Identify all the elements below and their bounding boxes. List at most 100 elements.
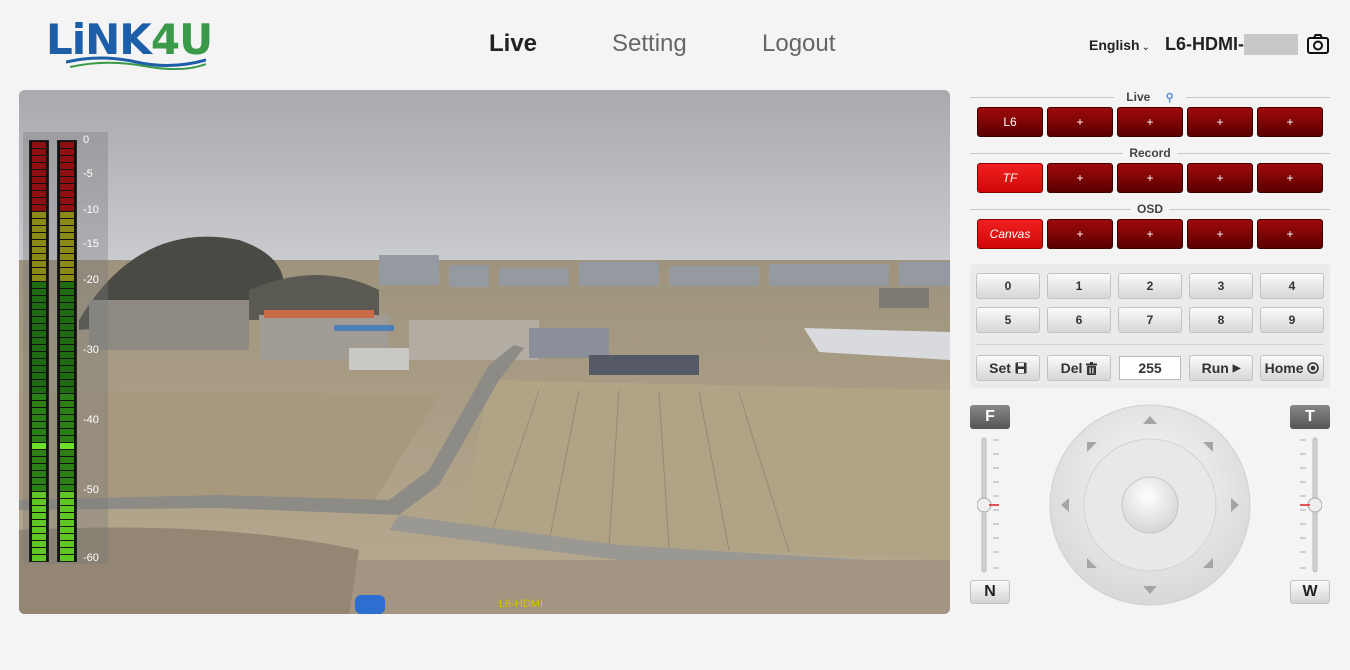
meter-segment	[32, 303, 46, 309]
video-overlay-label: L6-HDMI	[499, 598, 544, 610]
save-icon	[1015, 362, 1027, 374]
preset-run-button[interactable]: Run ▶	[1189, 355, 1253, 381]
preset-button-6[interactable]: 6	[1047, 307, 1111, 333]
meter-segment	[60, 275, 74, 281]
video-scene	[19, 90, 950, 614]
meter-segment	[32, 233, 46, 239]
osd-add-button[interactable]: +	[1047, 219, 1113, 249]
preset-home-button[interactable]: Home	[1260, 355, 1324, 381]
osd-add-button[interactable]: +	[1187, 219, 1253, 249]
record-add-button[interactable]: +	[1187, 163, 1253, 193]
osd-add-button[interactable]: +	[1257, 219, 1323, 249]
preset-button-4[interactable]: 4	[1260, 273, 1324, 299]
meter-segment	[60, 534, 74, 540]
section-record: Record	[970, 146, 1330, 160]
meter-segment	[32, 226, 46, 232]
preset-button-9[interactable]: 9	[1260, 307, 1324, 333]
meter-segment	[60, 457, 74, 463]
meter-segment	[60, 156, 74, 162]
preset-button-1[interactable]: 1	[1047, 273, 1111, 299]
preset-del-button[interactable]: Del	[1047, 355, 1111, 381]
meter-segment	[32, 289, 46, 295]
record-add-button[interactable]: +	[1047, 163, 1113, 193]
ptz-joystick[interactable]	[1049, 404, 1251, 606]
meter-segment	[32, 240, 46, 246]
record-add-button[interactable]: +	[1117, 163, 1183, 193]
record-tf-button[interactable]: TF	[977, 163, 1043, 193]
app-root: LiNK4U Live Setting Logout English ⌄ L6-H…	[0, 0, 1350, 670]
preset-divider	[976, 344, 1324, 345]
meter-segment	[32, 548, 46, 554]
nav-setting[interactable]: Setting	[612, 30, 687, 58]
audio-meter-left	[29, 140, 49, 562]
osd-canvas-button[interactable]: Canvas	[977, 219, 1043, 249]
meter-segment	[60, 366, 74, 372]
meter-segment	[32, 345, 46, 351]
live-add-button[interactable]: +	[1187, 107, 1253, 137]
meter-tick-label: -20	[83, 274, 99, 286]
meter-segment	[60, 548, 74, 554]
meter-segment	[32, 268, 46, 274]
preset-button-3[interactable]: 3	[1189, 273, 1253, 299]
preset-set-button[interactable]: Set	[976, 355, 1040, 381]
zoom-tele-button[interactable]: T	[1290, 405, 1330, 429]
preset-button-8[interactable]: 8	[1189, 307, 1253, 333]
meter-segment	[60, 212, 74, 218]
meter-segment	[32, 401, 46, 407]
meter-segment	[32, 317, 46, 323]
meter-segment	[60, 317, 74, 323]
preset-button-7[interactable]: 7	[1118, 307, 1182, 333]
play-icon: ▶	[1232, 362, 1241, 374]
meter-segment	[32, 506, 46, 512]
live-add-button[interactable]: +	[1117, 107, 1183, 137]
language-select[interactable]: English ⌄	[1089, 37, 1150, 53]
meter-segment	[32, 156, 46, 162]
meter-segment	[60, 394, 74, 400]
meter-segment	[60, 352, 74, 358]
live-video[interactable]: 0 -5 -10 -15 -20 -30 -40 -50 -60 L6-HDMI	[19, 90, 950, 614]
meter-segment	[60, 177, 74, 183]
meter-segment	[32, 485, 46, 491]
focus-slider[interactable]	[977, 436, 1001, 574]
meter-tick-label: -5	[83, 168, 93, 180]
meter-segment	[32, 254, 46, 260]
preset-button-2[interactable]: 2	[1118, 273, 1182, 299]
preset-button-5[interactable]: 5	[976, 307, 1040, 333]
meter-segment	[60, 443, 74, 449]
meter-segment	[32, 296, 46, 302]
live-add-button[interactable]: +	[1047, 107, 1113, 137]
meter-segment	[60, 429, 74, 435]
meter-segment	[32, 261, 46, 267]
zoom-wide-button[interactable]: W	[1290, 580, 1330, 604]
record-buttons: TF + + + +	[977, 163, 1327, 193]
meter-segment	[32, 212, 46, 218]
meter-segment	[32, 184, 46, 190]
meter-segment	[60, 485, 74, 491]
zoom-slider[interactable]	[1298, 436, 1322, 574]
meter-segment	[60, 289, 74, 295]
meter-segment	[60, 282, 74, 288]
nav-logout[interactable]: Logout	[762, 30, 835, 58]
osd-add-button[interactable]: +	[1117, 219, 1183, 249]
record-add-button[interactable]: +	[1257, 163, 1323, 193]
meter-segment	[60, 408, 74, 414]
meter-segment	[32, 534, 46, 540]
nav-live[interactable]: Live	[489, 30, 537, 58]
live-slot-button[interactable]: L6	[977, 107, 1043, 137]
focus-near-button[interactable]: N	[970, 580, 1010, 604]
meter-segment	[60, 170, 74, 176]
meter-segment	[60, 233, 74, 239]
meter-segment	[60, 142, 74, 148]
meter-segment	[32, 149, 46, 155]
meter-tick-label: -30	[83, 344, 99, 356]
live-add-button[interactable]: +	[1257, 107, 1323, 137]
preset-number-input[interactable]: 255	[1119, 356, 1181, 380]
logo: LiNK4U	[46, 14, 226, 70]
camera-icon[interactable]	[1306, 32, 1330, 56]
meter-segment	[32, 527, 46, 533]
preset-button-0[interactable]: 0	[976, 273, 1040, 299]
person-icon: ⚲	[1159, 92, 1180, 104]
meter-segment	[32, 464, 46, 470]
device-name: L6-HDMI-	[1165, 34, 1244, 54]
focus-far-button[interactable]: F	[970, 405, 1010, 429]
